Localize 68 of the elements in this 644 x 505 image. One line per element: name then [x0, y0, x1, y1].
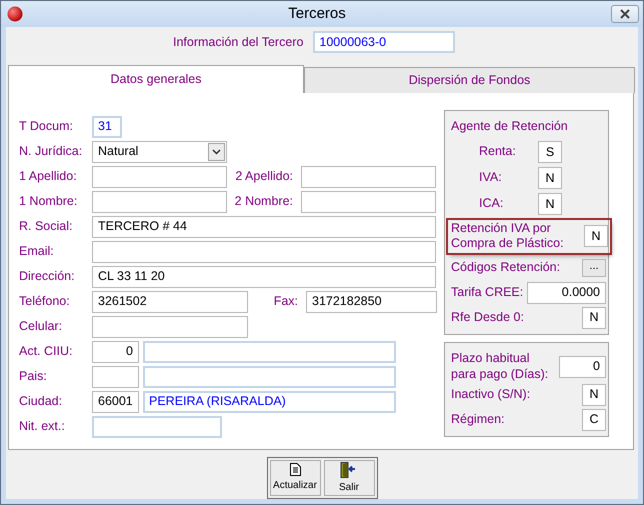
input-field[interactable]: N	[582, 306, 606, 328]
tab[interactable]: Datos generales	[8, 65, 304, 93]
input-field[interactable]: N	[582, 384, 606, 406]
field-label: Rfe Desde 0:	[451, 310, 525, 326]
door-icon	[340, 462, 358, 478]
input-field[interactable]: PEREIRA (RISARALDA)	[143, 390, 396, 412]
field-label: Celular:	[19, 318, 64, 336]
field-label: 1 Apellido:	[19, 168, 78, 186]
input-field[interactable]: 31	[92, 116, 122, 138]
input-field[interactable]	[92, 166, 227, 188]
input-field[interactable]: N	[584, 225, 608, 248]
field-label: Ciudad:	[19, 393, 64, 410]
field-label: 2 Apellido:	[234, 168, 294, 186]
field-label: Teléfono:	[19, 293, 71, 310]
input-field[interactable]: C	[582, 408, 606, 431]
field-label: N. Jurídica:	[19, 143, 84, 160]
input-field[interactable]	[92, 316, 248, 338]
input-field[interactable]	[301, 190, 436, 212]
field-label: Inactivo (S/N):	[451, 386, 532, 403]
input-field[interactable]: 10000063-0	[313, 31, 456, 53]
input-field[interactable]: 0.0000	[527, 282, 606, 304]
input-field[interactable]	[143, 340, 396, 362]
field-label: Tarifa CREE:	[451, 284, 524, 300]
input-field[interactable]	[92, 366, 139, 388]
update-button[interactable]: Actualizar	[270, 460, 320, 496]
input-field[interactable]	[92, 240, 436, 262]
input-field[interactable]	[92, 416, 222, 438]
field-label: Nit. ext.:	[19, 418, 66, 436]
input-field[interactable]	[301, 166, 436, 188]
field-label: Renta:	[478, 144, 517, 160]
field-label: R. Social:	[19, 218, 74, 236]
field-label: IVA:	[478, 170, 503, 186]
input-field[interactable]: CL 33 11 20	[92, 266, 436, 288]
input-field[interactable]: TERCERO # 44	[92, 216, 436, 238]
input-field[interactable]: 0	[92, 340, 139, 362]
field-label: Retención IVA por Compra de Plástico:	[451, 220, 565, 252]
group-title: Agente de Retención	[451, 118, 569, 135]
input-field[interactable]: N	[538, 167, 562, 190]
field-label: ICA:	[478, 196, 504, 212]
input-field[interactable]	[92, 190, 227, 212]
field-label: Información del Tercero	[173, 34, 304, 51]
app-icon	[7, 6, 23, 22]
field-label: Email:	[19, 243, 55, 260]
document-icon	[290, 463, 300, 476]
input-field[interactable]: S	[538, 141, 562, 164]
input-field[interactable]: 0	[559, 356, 606, 378]
field-label: T Docum:	[19, 118, 74, 136]
dropdown[interactable]: Natural	[92, 140, 227, 162]
input-field[interactable]: 3261502	[92, 290, 248, 312]
close-icon	[619, 9, 631, 19]
exit-button[interactable]: Salir	[324, 460, 374, 496]
field-label: Régimen:	[451, 412, 506, 428]
input-field[interactable]	[143, 366, 396, 388]
input-field[interactable]: 66001	[92, 390, 139, 412]
input-field[interactable]: N	[538, 193, 562, 216]
field-label: 1 Nombre:	[19, 193, 78, 210]
tab[interactable]: Dispersión de Fondos	[304, 67, 635, 93]
window-title: Terceros	[287, 4, 347, 24]
field-label: Pais:	[19, 368, 48, 386]
field-label: Códigos Retención:	[451, 260, 562, 276]
field-label: Plazo habitual para pago (Días):	[451, 351, 550, 382]
field-label: Fax:	[272, 293, 299, 310]
ellipsis-button[interactable]: ...	[582, 258, 606, 276]
input-field[interactable]: 3172182850	[306, 290, 437, 312]
field-label: Act. CIIU:	[19, 343, 74, 360]
field-label: 2 Nombre:	[234, 193, 294, 210]
field-label: Dirección:	[19, 268, 76, 286]
close-button[interactable]	[611, 5, 639, 23]
